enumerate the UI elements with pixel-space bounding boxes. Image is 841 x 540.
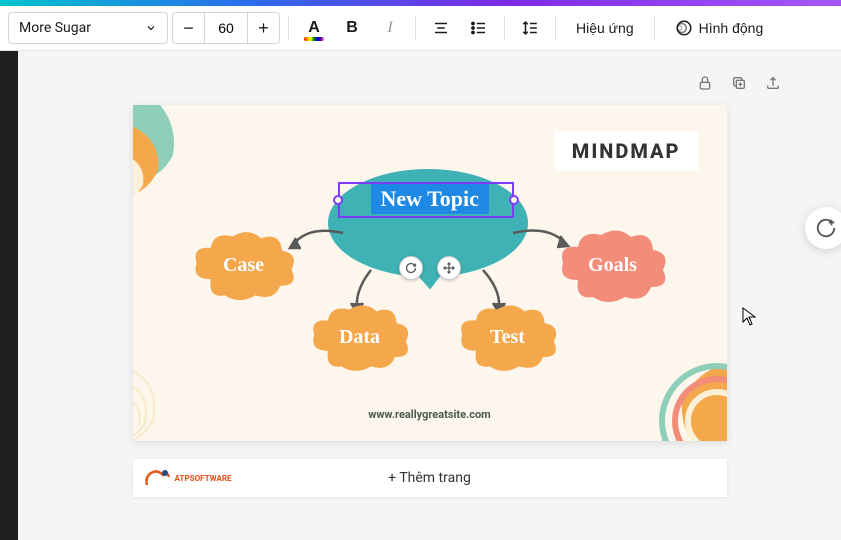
node-test-label: Test — [490, 326, 525, 349]
text-color-button[interactable]: A — [297, 11, 331, 45]
animate-label: Hình động — [699, 20, 764, 36]
rotate-icon — [405, 262, 417, 274]
decorative-corner-top-left — [133, 105, 263, 215]
align-icon — [432, 19, 450, 37]
main-area: MINDMAP New Topic — [0, 51, 841, 540]
toolbar-separator — [654, 16, 655, 40]
line-spacing-icon — [521, 19, 539, 37]
logo-text: ATPSOFTWARE — [175, 474, 232, 483]
decorative-corner-bottom-right — [587, 321, 727, 441]
font-size-input[interactable] — [205, 12, 247, 44]
decorative-lines-bottom-left — [133, 331, 253, 441]
node-data[interactable]: Data — [305, 299, 415, 375]
lock-icon — [697, 75, 713, 91]
node-goals-label: Goals — [588, 254, 637, 277]
node-data-label: Data — [339, 326, 380, 349]
font-size-group: − + — [172, 12, 280, 44]
node-goals[interactable]: Goals — [553, 225, 673, 305]
toolbar-separator — [555, 16, 556, 40]
selection-handle-right[interactable] — [509, 195, 519, 205]
move-handle[interactable] — [437, 256, 461, 280]
node-case[interactable]: Case — [187, 227, 301, 303]
slide-canvas[interactable]: MINDMAP New Topic — [133, 105, 727, 441]
animate-button[interactable]: Hình động — [663, 11, 776, 45]
regenerate-float-button[interactable] — [805, 207, 841, 249]
bold-button[interactable]: B — [335, 11, 369, 45]
slide-actions-row — [46, 69, 813, 97]
chevron-down-icon — [145, 22, 157, 34]
list-icon — [470, 19, 488, 37]
duplicate-icon — [731, 75, 747, 91]
footer-url: www.reallygreatsite.com — [133, 408, 727, 421]
element-controls — [399, 256, 461, 280]
watermark-logo: ATPSOFTWARE — [143, 467, 232, 489]
export-button[interactable] — [759, 69, 787, 97]
node-case-label: Case — [223, 254, 264, 277]
upload-icon — [765, 75, 781, 91]
toolbar-separator — [288, 16, 289, 40]
duplicate-button[interactable] — [725, 69, 753, 97]
canvas-area[interactable]: MINDMAP New Topic — [18, 51, 841, 540]
effects-button[interactable]: Hiệu ứng — [564, 11, 646, 45]
font-size-increase-button[interactable]: + — [247, 12, 279, 44]
logo-icon — [143, 467, 171, 489]
italic-button[interactable]: I — [373, 11, 407, 45]
selection-handle-left[interactable] — [333, 195, 343, 205]
list-button[interactable] — [462, 11, 496, 45]
central-topic-text[interactable]: New Topic — [371, 184, 489, 214]
font-size-decrease-button[interactable]: − — [173, 12, 205, 44]
spacing-button[interactable] — [513, 11, 547, 45]
rotate-handle[interactable] — [399, 256, 423, 280]
toolbar: More Sugar − + A B I Hiệu ứng Hình động — [0, 6, 841, 51]
toolbar-separator — [415, 16, 416, 40]
alignment-button[interactable] — [424, 11, 458, 45]
font-family-select[interactable]: More Sugar — [8, 12, 168, 44]
toolbar-separator — [504, 16, 505, 40]
lock-button[interactable] — [691, 69, 719, 97]
node-test[interactable]: Test — [453, 299, 563, 375]
move-icon — [443, 262, 455, 274]
cursor-pointer-icon — [742, 307, 758, 327]
mindmap-title[interactable]: MINDMAP — [554, 131, 699, 171]
font-family-value: More Sugar — [19, 20, 91, 36]
left-sidebar-collapsed — [0, 51, 18, 540]
refresh-plus-icon — [815, 217, 837, 239]
add-page-label: + Thêm trang — [388, 470, 471, 486]
animate-icon — [675, 19, 693, 37]
add-page-button[interactable]: ATPSOFTWARE + Thêm trang — [133, 459, 727, 497]
